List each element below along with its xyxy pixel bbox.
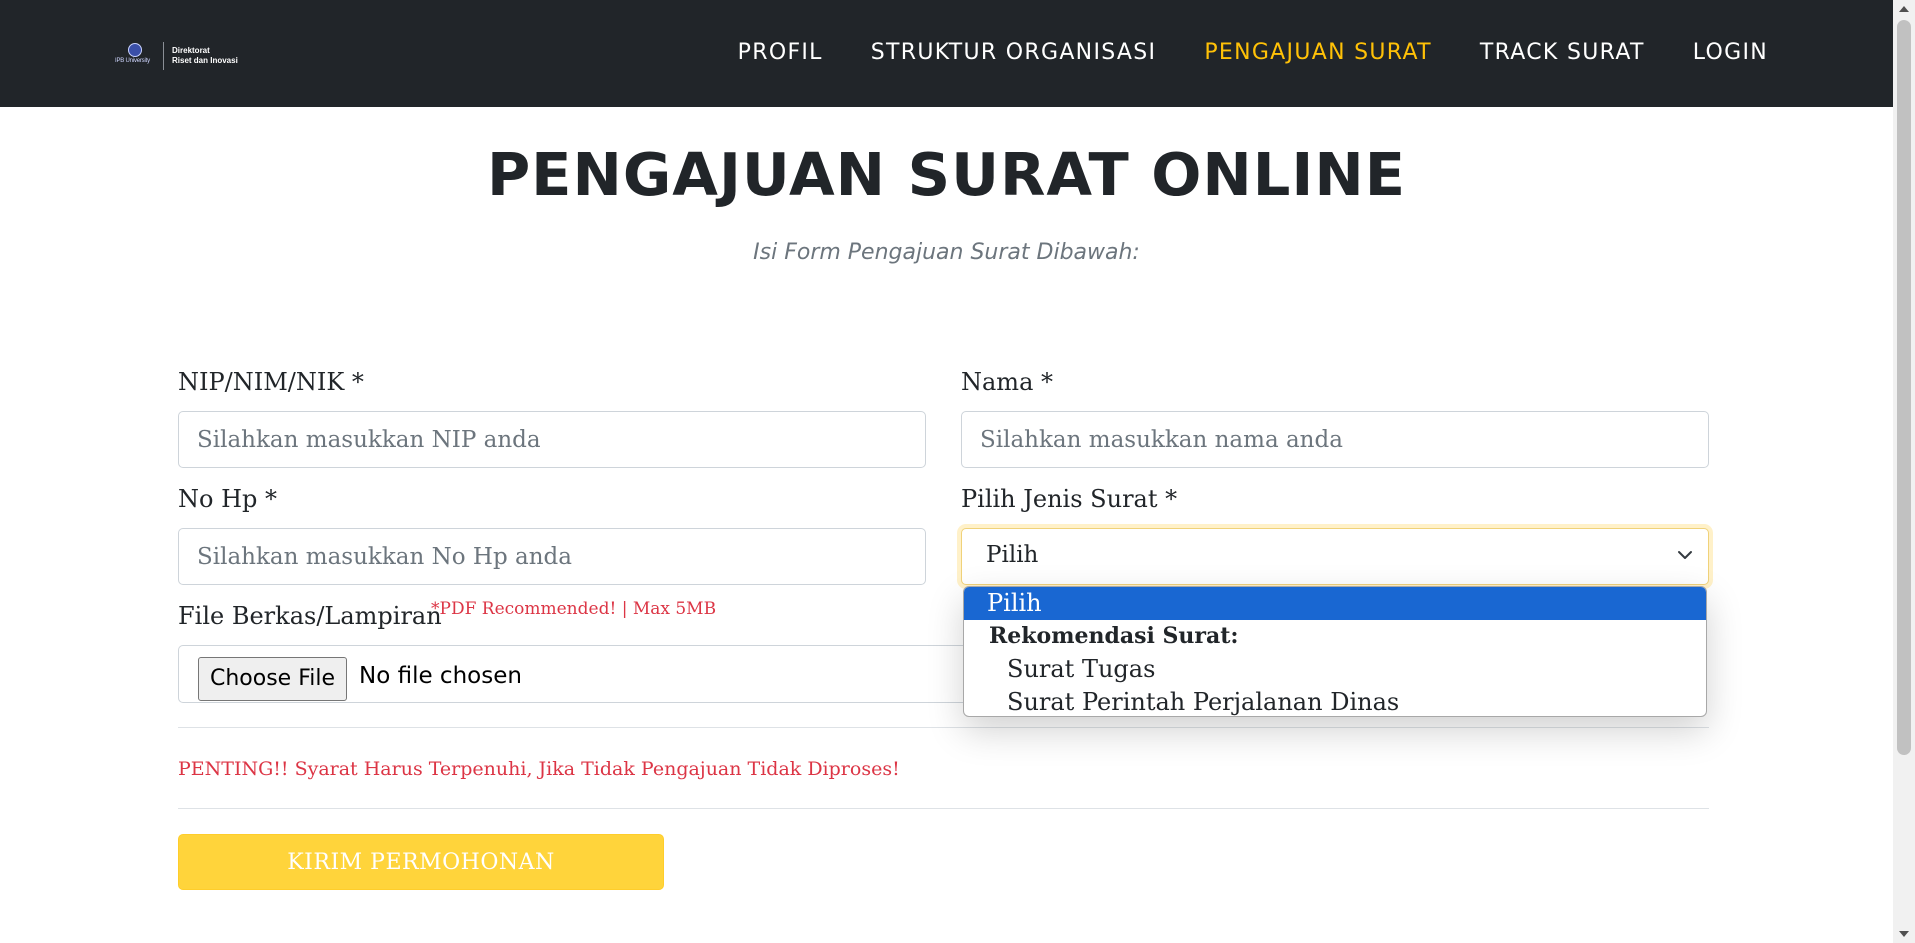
file-input[interactable]: Choose File No file chosen — [178, 645, 968, 703]
nohp-input[interactable] — [178, 528, 926, 585]
nav-links: PROFIL STRUKTUR ORGANISASI PENGAJUAN SUR… — [690, 36, 1768, 70]
nip-label: NIP/NIM/NIK * — [178, 368, 364, 396]
scrollbar-thumb[interactable] — [1897, 20, 1911, 755]
brand-divider — [163, 42, 164, 70]
option-surat-perintah-perjalanan-dinas[interactable]: Surat Perintah Perjalanan Dinas — [964, 686, 1706, 716]
brand-line-2: Riset dan Inovasi — [172, 56, 238, 65]
navbar: IPB University Direktorat Riset dan Inov… — [0, 0, 1893, 107]
nip-input[interactable] — [178, 411, 926, 468]
divider-bottom — [178, 808, 1709, 809]
brand-line-1: Direktorat — [172, 46, 210, 55]
page-title: PENGAJUAN SURAT ONLINE — [486, 140, 1407, 209]
choose-file-button[interactable]: Choose File — [198, 657, 348, 701]
nav-link-struktur-organisasi[interactable]: STRUKTUR ORGANISASI — [871, 36, 1157, 70]
nama-input[interactable] — [961, 411, 1709, 468]
file-hint: *PDF Recommended! | Max 5MB — [431, 599, 717, 619]
optgroup-rekomendasi-surat: Rekomendasi Surat: — [989, 623, 1239, 649]
scroll-down-arrow-icon[interactable] — [1899, 931, 1909, 937]
jenis-surat-dropdown: Pilih Rekomendasi Surat: Surat Tugas Sur… — [963, 586, 1707, 717]
divider-top — [178, 727, 1709, 728]
brand-logo[interactable]: IPB University Direktorat Riset dan Inov… — [113, 42, 238, 70]
file-label: File Berkas/Lampiran — [178, 602, 442, 630]
nama-label: Nama * — [961, 368, 1054, 396]
chevron-down-icon — [1678, 551, 1692, 559]
nav-link-pengajuan-surat[interactable]: PENGAJUAN SURAT — [1204, 36, 1432, 70]
file-status: No file chosen — [359, 663, 522, 689]
jenis-surat-selected-value: Pilih — [986, 542, 1039, 568]
jenis-surat-select[interactable]: Pilih — [961, 528, 1709, 585]
page-subtitle: Isi Form Pengajuan Surat Dibawah: — [753, 240, 1140, 265]
nav-link-track-surat[interactable]: TRACK SURAT — [1480, 36, 1645, 70]
nav-link-login[interactable]: LOGIN — [1693, 36, 1768, 70]
jenis-surat-label: Pilih Jenis Surat * — [961, 485, 1178, 513]
nav-link-profil[interactable]: PROFIL — [738, 36, 823, 70]
scroll-up-arrow-icon[interactable] — [1899, 6, 1909, 12]
option-surat-tugas[interactable]: Surat Tugas — [964, 653, 1706, 686]
ipb-logo-icon: IPB University — [113, 42, 159, 70]
submit-button[interactable]: KIRIM PERMOHONAN — [178, 834, 664, 890]
page-scrollbar[interactable] — [1893, 0, 1915, 943]
nohp-label: No Hp * — [178, 485, 277, 513]
option-pilih[interactable]: Pilih — [964, 587, 1706, 620]
warning-text: PENTING!! Syarat Harus Terpenuhi, Jika T… — [178, 758, 900, 780]
brand-text: Direktorat Riset dan Inovasi — [172, 46, 238, 66]
